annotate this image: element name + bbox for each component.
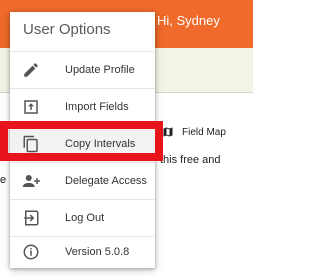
delegate-access-item[interactable]: Delegate Access xyxy=(10,163,155,199)
info-icon xyxy=(23,244,39,260)
user-options-menu: User Options Update Profile Import Field… xyxy=(10,12,155,268)
map-icon xyxy=(163,127,173,137)
update-profile-item[interactable]: Update Profile xyxy=(10,52,155,88)
import-fields-label: Import Fields xyxy=(65,101,129,113)
pencil-icon xyxy=(24,63,38,77)
log-out-label: Log Out xyxy=(65,212,105,224)
copy-intervals-item[interactable]: Copy Intervals xyxy=(10,126,155,162)
user-greeting[interactable]: Hi, Sydney xyxy=(157,12,220,30)
menu-title: User Options xyxy=(23,21,111,38)
version-label: Version 5.0.8 xyxy=(65,246,130,258)
log-out-item[interactable]: Log Out xyxy=(10,200,155,236)
field-map-label: Field Map xyxy=(182,126,226,138)
person-add-icon xyxy=(22,175,40,187)
version-item: Version 5.0.8 xyxy=(10,237,155,267)
copy-intervals-label: Copy Intervals xyxy=(65,138,136,150)
logout-icon xyxy=(24,210,39,226)
field-map-link[interactable]: Field Map xyxy=(162,126,226,138)
copy-icon xyxy=(23,135,38,153)
intro-text-fragment: e xyxy=(0,174,7,186)
upload-tray-icon xyxy=(24,100,38,114)
delegate-access-label: Delegate Access xyxy=(65,175,147,187)
intro-text: this free and xyxy=(160,154,221,166)
import-fields-item[interactable]: Import Fields xyxy=(10,89,155,125)
update-profile-label: Update Profile xyxy=(65,64,135,76)
app-page: Hi, Sydney Field Map this free and e Use… xyxy=(0,0,253,277)
